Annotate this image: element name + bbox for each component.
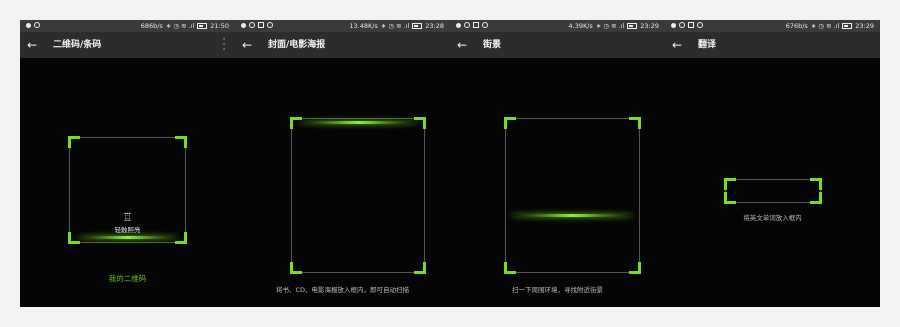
scan-line xyxy=(298,121,419,124)
battery-icon xyxy=(842,23,853,29)
frame-corner xyxy=(504,117,516,129)
frame-corner xyxy=(290,117,302,129)
back-arrow-icon[interactable]: ← xyxy=(242,37,252,53)
app-bar: ← 封面/电影海报 xyxy=(235,32,450,58)
back-arrow-icon[interactable]: ← xyxy=(27,37,37,53)
notification-icon xyxy=(671,22,676,28)
screen-translate: 676b/s ∗ ◷ ≋ .ıl 23:29 ← 翻译 将英文单词放入框内 xyxy=(665,20,880,307)
clock: 23:29 xyxy=(855,22,874,30)
scan-line xyxy=(76,236,179,239)
frame-corner xyxy=(629,262,641,274)
scan-frame: ♖ 轻触照亮 xyxy=(68,136,187,244)
frame-corner xyxy=(290,262,302,274)
clock: 23:28 xyxy=(425,22,444,30)
page-title: 翻译 xyxy=(698,40,717,50)
network-speed: 13.48K/s xyxy=(349,22,378,30)
my-qr-code-link[interactable]: 我的二维码 xyxy=(20,273,235,284)
image-icon xyxy=(688,22,694,28)
network-speed: 686b/s xyxy=(140,22,163,30)
status-icons: ∗ ◷ ≋ .ıl xyxy=(810,22,840,30)
battery-icon xyxy=(627,23,638,29)
scan-hint: 将英文单词放入框内 xyxy=(743,214,802,222)
sync-icon xyxy=(679,22,685,28)
page-title: 二维码/条码 xyxy=(53,40,102,50)
sync-icon xyxy=(464,22,470,28)
back-arrow-icon[interactable]: ← xyxy=(672,37,682,53)
sync-icon xyxy=(249,22,255,28)
scan-frame xyxy=(504,117,641,274)
scan-hint: 将书、CD、电影海报放入框内，即可自动扫描 xyxy=(275,286,410,294)
clock: 21:50 xyxy=(210,22,229,30)
status-bar: 676b/s ∗ ◷ ≋ .ıl 23:29 xyxy=(665,20,880,32)
status-icon xyxy=(482,22,488,28)
app-bar: ← 二维码/条码 · · · xyxy=(20,32,235,58)
page-title: 封面/电影海报 xyxy=(268,40,326,50)
app-bar: ← 街景 xyxy=(450,32,665,58)
screen-cover-poster: 13.48K/s ∗ ◷ ≋ .ıl 23:28 ← 封面/电影海报 将书、CD… xyxy=(235,20,450,307)
notification-icon xyxy=(456,22,461,28)
sync-icon xyxy=(34,22,40,28)
screen-street-view: 4.39K/s ∗ ◷ ≋ .ıl 23:29 ← 街景 扫一下周围环境，寻找附… xyxy=(450,20,665,307)
screenshot-strip: 686b/s ∗ ◷ ≋ .ıl 21:50 ← 二维码/条码 · · · ♖ 轻触… xyxy=(20,20,880,307)
frame-corner xyxy=(414,117,426,129)
status-icons: ∗ ◷ ≋ .ıl xyxy=(165,22,195,30)
frame-corner xyxy=(629,117,641,129)
frame-corner xyxy=(724,192,736,204)
status-icon xyxy=(267,22,273,28)
status-icons: ∗ ◷ ≋ .ıl xyxy=(380,22,410,30)
notification-icon xyxy=(241,22,246,28)
scan-frame xyxy=(290,117,426,274)
scan-hint: 扫一下周围环境，寻找附近街景 xyxy=(512,286,603,294)
frame-corner xyxy=(504,262,516,274)
flashlight-label: 轻触照亮 xyxy=(114,226,141,234)
flashlight-toggle[interactable]: ♖ 轻触照亮 xyxy=(70,211,185,235)
frame-corner xyxy=(175,136,187,148)
frame-corner xyxy=(414,262,426,274)
status-icons: ∗ ◷ ≋ .ıl xyxy=(595,22,625,30)
status-bar: 4.39K/s ∗ ◷ ≋ .ıl 23:29 xyxy=(450,20,665,32)
battery-icon xyxy=(197,23,208,29)
frame-corner xyxy=(810,178,822,190)
notification-icon xyxy=(26,22,31,28)
battery-icon xyxy=(412,23,423,29)
app-bar: ← 翻译 xyxy=(665,32,880,58)
scan-frame xyxy=(724,178,822,204)
status-bar: 13.48K/s ∗ ◷ ≋ .ıl 23:28 xyxy=(235,20,450,32)
back-arrow-icon[interactable]: ← xyxy=(457,37,467,53)
status-bar: 686b/s ∗ ◷ ≋ .ıl 21:50 xyxy=(20,20,235,32)
frame-corner xyxy=(724,178,736,190)
flashlight-icon: ♖ xyxy=(122,211,133,224)
scan-line xyxy=(510,214,635,217)
clock: 23:29 xyxy=(640,22,659,30)
image-icon xyxy=(258,22,264,28)
screen-qr-barcode: 686b/s ∗ ◷ ≋ .ıl 21:50 ← 二维码/条码 · · · ♖ 轻触… xyxy=(20,20,235,307)
network-speed: 676b/s xyxy=(785,22,808,30)
more-vert-icon[interactable]: · · · xyxy=(221,36,227,55)
status-icon xyxy=(697,22,703,28)
page-title: 街景 xyxy=(483,40,502,50)
frame-corner xyxy=(68,136,80,148)
image-icon xyxy=(473,22,479,28)
frame-corner xyxy=(810,192,822,204)
network-speed: 4.39K/s xyxy=(568,22,593,30)
